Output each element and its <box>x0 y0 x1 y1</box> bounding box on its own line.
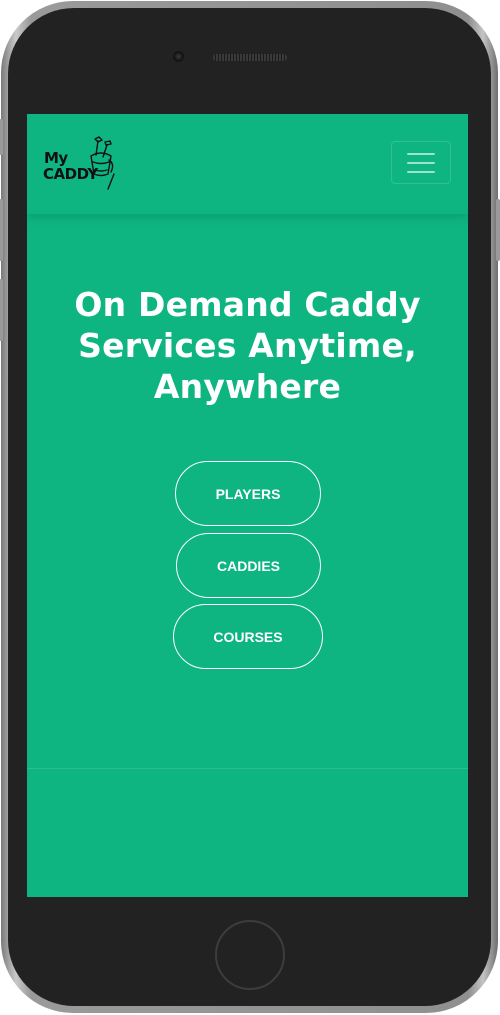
caddies-button[interactable]: CADDIES <box>176 533 321 598</box>
navbar: My CADDY <box>27 114 468 214</box>
earpiece-speaker <box>213 54 287 61</box>
home-button[interactable] <box>215 920 285 990</box>
courses-button[interactable]: COURSES <box>173 604 323 669</box>
mute-switch <box>0 119 3 155</box>
volume-up-button <box>0 199 3 261</box>
power-button <box>496 199 500 261</box>
hamburger-menu-icon <box>407 170 435 173</box>
golf-bag-icon <box>90 136 115 190</box>
hamburger-menu-icon <box>407 161 435 164</box>
mycaddy-logo[interactable]: My CADDY <box>43 134 121 192</box>
players-button[interactable]: PLAYERS <box>175 461 321 526</box>
front-camera <box>173 51 184 62</box>
section-divider <box>27 768 468 769</box>
hero-title: On Demand Caddy Services Anytime, Anywhe… <box>74 285 421 406</box>
app-screen: My CADDY On Demand Caddy Services Anytim… <box>27 114 468 897</box>
volume-down-button <box>0 279 3 341</box>
menu-toggle-button[interactable] <box>391 141 451 184</box>
hamburger-menu-icon <box>407 152 435 155</box>
